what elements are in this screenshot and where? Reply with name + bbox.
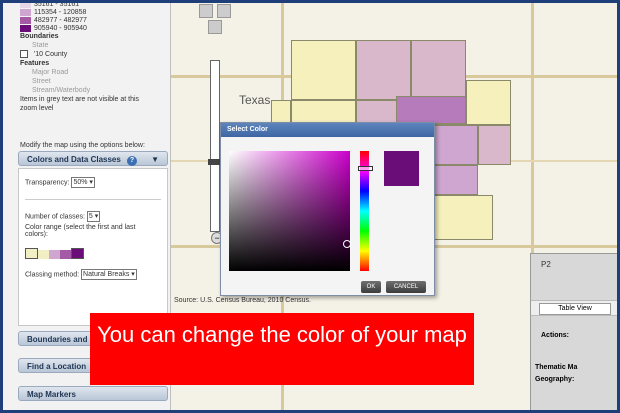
legend: 35161 - 35161 115354 - 120858 482977 - 4… [20,0,170,113]
map-markers-title: Map Markers [27,390,76,399]
colors-panel-title: Colors and Data Classes [27,155,121,164]
county-checkbox[interactable] [20,50,28,59]
pan-down-arrow[interactable] [208,20,222,34]
pan-right-arrow[interactable] [217,4,231,18]
saturation-brightness-square[interactable] [229,151,351,271]
thematic-label: Thematic Ma [535,364,578,371]
county-label: '10 County [33,51,68,58]
colors-panel-header[interactable]: Colors and Data Classes ? ▼ [18,151,168,166]
county-shape[interactable] [466,80,511,125]
map-state-label: Texas [239,93,271,107]
legend-range: 482977 - 482977 [34,17,87,24]
range-start-swatch[interactable] [25,248,38,259]
county-shape[interactable] [291,40,356,100]
pan-left-arrow[interactable] [199,4,213,18]
features-heading: Features [20,60,50,67]
chevron-down-icon[interactable]: ▼ [151,155,159,164]
legend-range: 35161 - 35161 [34,1,80,8]
cancel-button[interactable]: CANCEL [386,281,426,293]
county-shape[interactable] [433,195,493,240]
county-shape[interactable] [411,40,466,100]
range-swatch [60,250,71,259]
boundaries-heading: Boundaries [20,33,59,40]
classing-value: Natural Breaks [83,271,130,278]
county-shape[interactable] [356,40,411,100]
divider [25,199,161,200]
color-range-label: Color range (select the first and last c… [25,224,136,238]
hue-slider-handle[interactable] [358,166,373,171]
transparency-value: 50% [73,179,88,186]
help-icon[interactable]: ? [127,156,138,166]
table-id: P2 [541,260,551,269]
map-markers-header[interactable]: Map Markers [18,386,168,401]
classes-select[interactable]: 5 ▾ [86,211,101,222]
select-color-dialog: Select Color OK CANCEL [220,122,435,296]
legend-swatch [20,0,31,8]
classes-value: 5 [88,213,93,220]
legend-swatch [20,16,31,24]
caption-banner: You can change the color of your map [90,313,474,385]
ok-button[interactable]: OK [361,281,381,293]
county-shape[interactable] [396,96,466,124]
legend-swatch [20,24,31,32]
table-subwindow: P2 Table View Actions: Thematic Ma Geogr… [530,253,620,413]
range-swatch [38,250,49,259]
hue-slider[interactable] [358,151,373,271]
boundaries-panel-title: Boundaries and F [27,335,95,344]
modify-instructions: Modify the map using the options below: [20,142,145,149]
legend-range: 115354 - 120858 [34,9,87,16]
zoom-slider[interactable] [208,60,220,232]
screenshot-frame: 35161 - 35161 115354 - 120858 482977 - 4… [0,0,620,413]
legend-range: 905940 - 905940 [34,25,87,32]
colors-panel-body: Transparency: 50% ▾ Number of classes: 5… [18,168,168,326]
state-label: State [32,42,49,49]
county-shape[interactable] [433,125,478,165]
geography-label: Geography: [535,376,575,383]
feature-stream: Stream/Waterbody [32,87,91,94]
actions-label: Actions: [541,332,569,339]
classing-select[interactable]: Natural Breaks ▾ [81,269,137,280]
color-range-picker[interactable] [25,248,84,259]
dialog-title: Select Color [221,123,434,137]
classes-label: Number of classes: [25,213,85,221]
tab-strip: Table View [531,300,620,316]
range-end-swatch[interactable] [71,248,84,259]
color-picker-cursor[interactable] [343,240,351,248]
feature-street: Street [32,78,51,85]
transparency-label: Transparency: [25,179,70,187]
find-location-title: Find a Location [27,362,87,371]
classing-label: Classing method: [25,271,80,279]
legend-note: Items in grey text are not visible at th… [20,96,140,112]
feature-major-road: Major Road [32,69,69,76]
legend-swatch [20,8,31,16]
range-swatch [49,250,60,259]
transparency-select[interactable]: 50% ▾ [71,177,95,188]
zoom-slider-handle[interactable] [208,159,220,165]
pan-control[interactable] [199,4,231,36]
county-shape[interactable] [478,125,511,165]
county-shape[interactable] [433,165,478,195]
selected-color-preview [384,151,419,186]
tab-table-view[interactable]: Table View [539,303,611,315]
map-source: Source: U.S. Census Bureau, 2010 Census. [174,297,311,304]
